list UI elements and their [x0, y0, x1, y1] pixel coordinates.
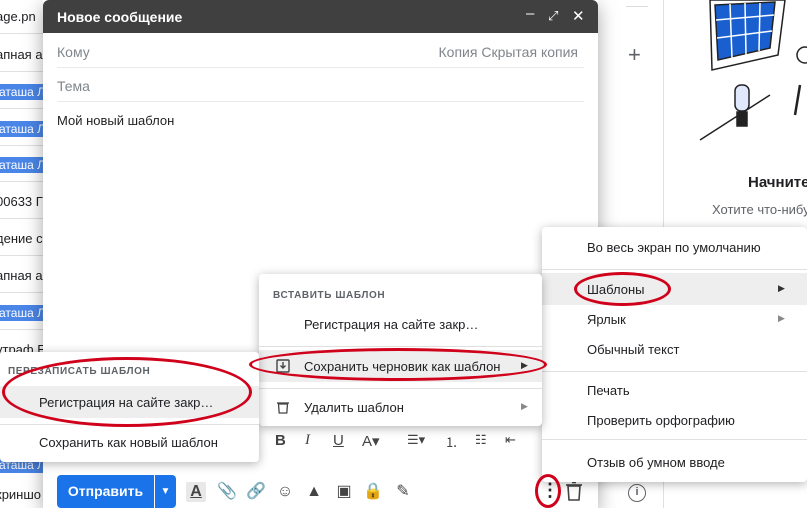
send-button[interactable]: Отправить: [57, 475, 154, 508]
menu-item-smart-compose-feedback[interactable]: Отзыв об умном вводе: [542, 446, 807, 478]
trash-icon: [277, 402, 289, 414]
panel-title: Начните: [748, 174, 807, 191]
menu-item-print[interactable]: Печать: [542, 374, 807, 406]
close-icon[interactable]: ✕: [572, 7, 585, 25]
submenu-arrow-icon: ▶: [778, 283, 785, 293]
list-item[interactable]: аташа Л: [0, 296, 48, 330]
panel-subtitle: Хотите что-нибу: [712, 202, 807, 217]
more-options-menu: Во весь экран по умолчанию Шаблоны ▶ Ярлы…: [542, 227, 807, 482]
insert-template-header: ВСТАВИТЬ ШАБЛОН: [273, 290, 386, 301]
link-icon[interactable]: 🔗: [246, 482, 266, 502]
menu-item-delete-template[interactable]: Удалить шаблон ▶: [259, 391, 542, 423]
menu-item-fullscreen-default[interactable]: Во весь экран по умолчанию: [542, 231, 807, 263]
text-color-icon[interactable]: A▾: [362, 432, 380, 450]
divider: [0, 424, 259, 425]
menu-item-save-draft-as-template[interactable]: Сохранить черновик как шаблон ▶: [259, 350, 542, 382]
photo-icon[interactable]: ▣: [334, 482, 354, 502]
menu-item-label[interactable]: Ярлык ▶: [542, 303, 807, 335]
submenu-arrow-icon: ▶: [521, 360, 528, 370]
menu-item-insert-template[interactable]: Регистрация на сайте закр…: [259, 308, 542, 340]
save-template-icon: [276, 359, 290, 373]
numbered-list-icon[interactable]: ⒈: [445, 432, 458, 451]
overwrite-template-header: ПЕРЕЗАПИСАТЬ ШАБЛОН: [8, 366, 151, 377]
trash-icon[interactable]: [565, 481, 583, 501]
underline-icon[interactable]: U: [333, 432, 344, 449]
message-body[interactable]: Мой новый шаблон: [57, 113, 174, 128]
formatting-options-icon[interactable]: A: [186, 482, 206, 502]
overwrite-template-submenu: ПЕРЕЗАПИСАТЬ ШАБЛОН Регистрация на сайте…: [0, 352, 259, 462]
italic-icon[interactable]: I: [305, 432, 310, 449]
menu-item-save-as-new-template[interactable]: Сохранить как новый шаблон: [0, 426, 259, 458]
attach-icon[interactable]: 📎: [217, 482, 237, 502]
list-item[interactable]: апная а: [0, 259, 48, 293]
submenu-arrow-icon: ▶: [521, 401, 528, 411]
bold-icon[interactable]: B: [275, 432, 286, 449]
to-field[interactable]: Кому Копия Скрытая копия: [57, 34, 584, 68]
cc-bcc-link[interactable]: Копия Скрытая копия: [439, 44, 578, 60]
confidential-mode-icon[interactable]: 🔒: [363, 482, 383, 502]
divider: [259, 346, 542, 347]
minimize-icon[interactable]: –: [526, 5, 534, 22]
compose-header: Новое сообщение – ⤢ ✕: [43, 0, 598, 33]
menu-item-plain-text[interactable]: Обычный текст: [542, 333, 807, 365]
add-icon[interactable]: +: [628, 42, 641, 68]
list-item[interactable]: аташа Л: [0, 75, 48, 109]
list-item[interactable]: дение с: [0, 222, 48, 256]
list-item[interactable]: аташа Л: [0, 112, 48, 146]
list-item[interactable]: 00633 Г: [0, 185, 48, 219]
menu-item-overwrite-template[interactable]: Регистрация на сайте закр…: [0, 386, 259, 418]
list-item[interactable]: апная а: [0, 38, 48, 72]
list-item[interactable]: age.pn: [0, 0, 48, 34]
drive-icon[interactable]: ▲: [304, 482, 324, 502]
divider: [542, 439, 807, 440]
align-icon[interactable]: ☰▾: [407, 432, 425, 448]
signature-icon[interactable]: ✎: [393, 482, 413, 502]
illustration-image: [699, 0, 807, 141]
menu-item-spellcheck[interactable]: Проверить орфографию: [542, 404, 807, 436]
menu-item-templates[interactable]: Шаблоны ▶: [542, 273, 807, 305]
compose-title: Новое сообщение: [57, 9, 183, 25]
divider: [542, 269, 807, 270]
send-options-icon[interactable]: ▼: [155, 475, 176, 508]
divider: [542, 371, 807, 372]
submenu-arrow-icon: ▶: [778, 313, 785, 323]
emoji-icon[interactable]: ☺: [275, 482, 295, 502]
fullscreen-icon[interactable]: ⤢: [548, 8, 558, 24]
templates-submenu: ВСТАВИТЬ ШАБЛОН Регистрация на сайте зак…: [259, 274, 542, 426]
bulleted-list-icon[interactable]: ☷: [475, 432, 487, 448]
list-item[interactable]: криншо: [0, 478, 48, 508]
info-icon[interactable]: i: [628, 484, 646, 502]
subject-placeholder: Тема: [57, 78, 90, 94]
divider: [259, 388, 542, 389]
subject-field[interactable]: Тема: [57, 68, 584, 102]
indent-less-icon[interactable]: ⇤: [505, 432, 516, 448]
divider: [626, 6, 648, 7]
to-label: Кому: [57, 44, 90, 60]
list-item[interactable]: аташа Л: [0, 148, 48, 182]
